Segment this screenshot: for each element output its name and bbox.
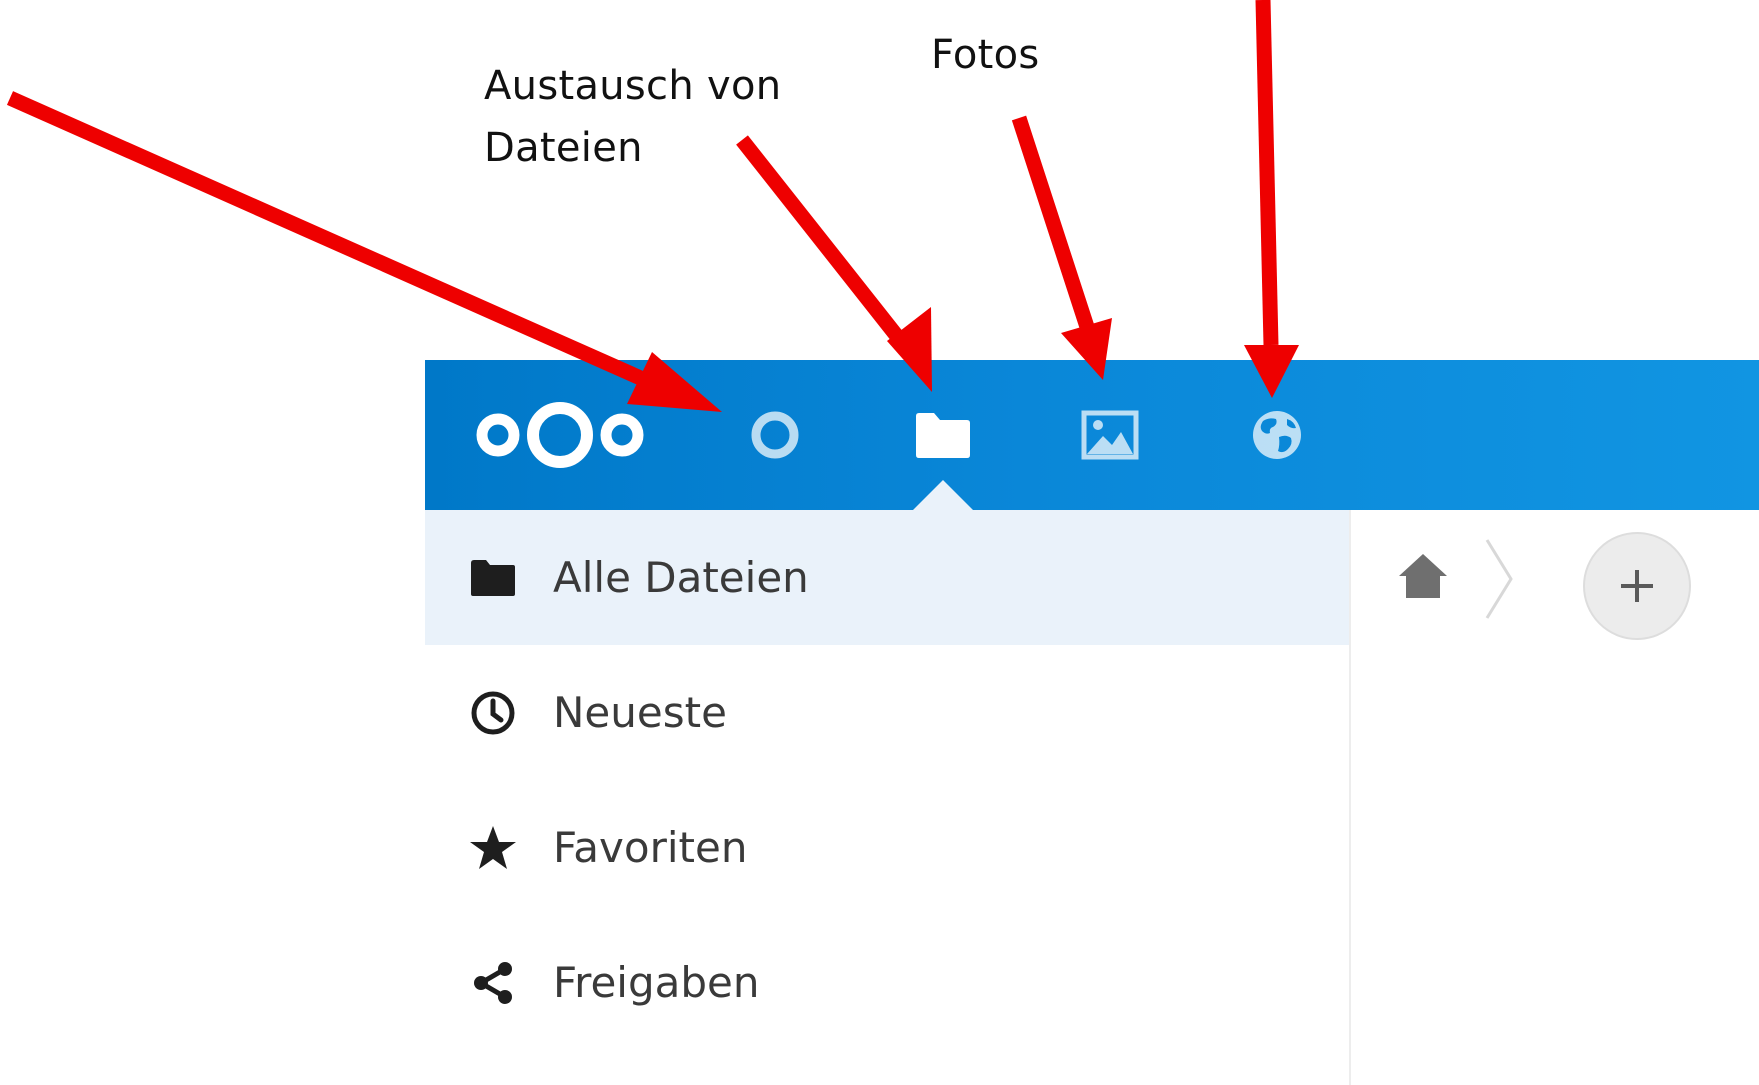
sidebar-item-label: Favoriten <box>553 823 748 872</box>
share-icon <box>463 953 523 1013</box>
sidebar-item-label: Alle Dateien <box>553 553 809 602</box>
globe-app-button[interactable] <box>1247 405 1307 465</box>
files-app-button[interactable] <box>913 405 973 465</box>
home-icon[interactable] <box>1395 548 1451 604</box>
globe-icon <box>1253 411 1301 459</box>
sidebar-item-favorites[interactable]: Favoriten <box>425 780 1349 915</box>
sidebar-item-label: Neueste <box>553 688 727 737</box>
arrow-to-globe <box>1244 0 1299 398</box>
annotation-photos-label: Fotos <box>931 32 1040 78</box>
annotation-files-label: Austausch von Dateien <box>484 63 782 171</box>
sidebar-item-recent[interactable]: Neueste <box>425 645 1349 780</box>
top-header <box>425 360 1759 510</box>
folder-icon <box>916 413 970 458</box>
clock-icon <box>463 683 523 743</box>
chevron-right-icon <box>1485 539 1513 619</box>
active-app-indicator <box>913 480 973 510</box>
gallery-app-button[interactable] <box>1080 405 1140 465</box>
circle-icon <box>751 411 799 459</box>
add-new-button[interactable] <box>1583 532 1691 640</box>
nextcloud-app: Alle Dateien Neueste Favoriten Freigaben <box>425 360 1759 1085</box>
sidebar-item-all-files[interactable]: Alle Dateien <box>425 510 1349 645</box>
sidebar-item-shares[interactable]: Freigaben <box>425 915 1349 1050</box>
nextcloud-logo[interactable] <box>465 395 655 475</box>
activity-app-button[interactable] <box>745 405 805 465</box>
plus-icon <box>1621 570 1653 602</box>
folder-icon <box>463 548 523 608</box>
star-icon <box>463 818 523 878</box>
sidebar-item-label: Freigaben <box>553 958 760 1007</box>
image-icon <box>1081 410 1139 460</box>
files-content-area <box>1351 510 1759 1085</box>
sidebar-navigation: Alle Dateien Neueste Favoriten Freigaben <box>425 510 1351 1085</box>
arrow-to-photos <box>1011 115 1112 380</box>
